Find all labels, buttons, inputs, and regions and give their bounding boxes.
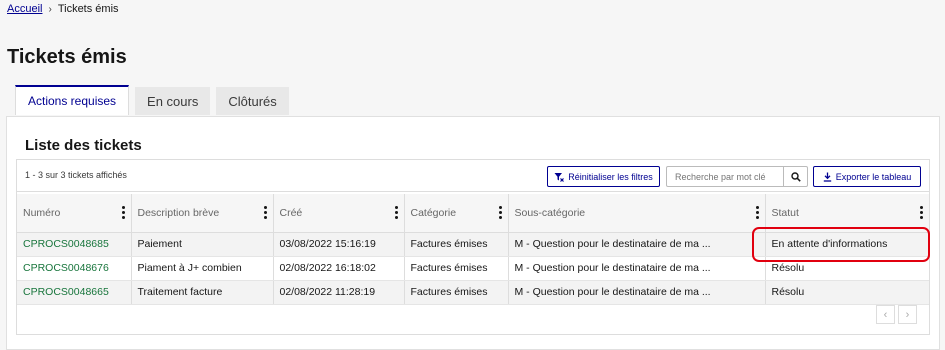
- column-menu-icon[interactable]: [498, 206, 502, 219]
- ticket-subcategory: M - Question pour le destinataire de ma …: [508, 256, 766, 281]
- search-icon: [790, 171, 801, 182]
- previous-page-button[interactable]: ‹: [876, 305, 895, 324]
- ticket-number-link[interactable]: CPROCS0048676: [17, 256, 132, 281]
- ticket-subcategory: M - Question pour le destinataire de ma …: [508, 232, 766, 257]
- search-input[interactable]: [667, 167, 783, 186]
- list-title: Liste des tickets: [25, 137, 142, 154]
- search-box: [666, 166, 808, 187]
- search-button[interactable]: [783, 167, 807, 186]
- page-title: Tickets émis: [7, 46, 127, 68]
- table-row[interactable]: CPROCS0048685 Paiement 03/08/2022 15:16:…: [17, 232, 929, 257]
- download-icon: [823, 172, 831, 182]
- ticket-subcategory: M - Question pour le destinataire de ma …: [508, 280, 766, 305]
- ticket-count: 1 - 3 sur 3 tickets affichés: [25, 170, 127, 180]
- ticket-category: Factures émises: [404, 256, 509, 281]
- breadcrumb-separator: ›: [48, 3, 52, 15]
- column-header-description[interactable]: Description brève: [131, 194, 274, 233]
- ticket-number-link[interactable]: CPROCS0048665: [17, 280, 132, 305]
- table-row[interactable]: CPROCS0048665 Traitement facture 02/08/2…: [17, 280, 929, 305]
- tab-actions-requises[interactable]: Actions requises: [15, 85, 130, 115]
- ticket-category: Factures émises: [404, 280, 509, 305]
- ticket-category: Factures émises: [404, 232, 509, 257]
- export-table-label: Exporter le tableau: [835, 171, 912, 182]
- tab-bar: Actions requises En cours Clôturés: [15, 85, 289, 115]
- table-toolbar: 1 - 3 sur 3 tickets affichés Réinitialis…: [17, 160, 929, 192]
- column-menu-icon[interactable]: [121, 206, 125, 219]
- reset-filters-button[interactable]: Réinitialiser les filtres: [547, 166, 660, 187]
- export-table-button[interactable]: Exporter le tableau: [813, 166, 921, 187]
- pagination: ‹ ›: [876, 305, 917, 324]
- table-header-row: Numéro Description brève Créé Catégorie …: [17, 194, 929, 233]
- ticket-status: Résolu: [765, 280, 929, 305]
- column-menu-icon[interactable]: [263, 206, 267, 219]
- ticket-created: 02/08/2022 16:18:02: [273, 256, 405, 281]
- tickets-table: Numéro Description brève Créé Catégorie …: [17, 194, 929, 305]
- ticket-created: 02/08/2022 11:28:19: [273, 280, 405, 305]
- tab-en-cours[interactable]: En cours: [135, 87, 211, 115]
- tickets-table-container: 1 - 3 sur 3 tickets affichés Réinitialis…: [16, 159, 930, 335]
- ticket-number-link[interactable]: CPROCS0048685: [17, 232, 132, 257]
- breadcrumb-current: Tickets émis: [57, 3, 119, 15]
- ticket-status: Résolu: [765, 256, 929, 281]
- column-header-categorie[interactable]: Catégorie: [404, 194, 509, 233]
- ticket-description: Piament à J+ combien: [131, 256, 274, 281]
- column-menu-icon[interactable]: [755, 206, 759, 219]
- column-header-numero[interactable]: Numéro: [17, 194, 132, 233]
- breadcrumb-home-link[interactable]: Accueil: [7, 3, 42, 15]
- column-menu-icon[interactable]: [920, 206, 923, 219]
- ticket-created: 03/08/2022 15:16:19: [273, 232, 405, 257]
- column-header-cree[interactable]: Créé: [273, 194, 405, 233]
- ticket-description: Traitement facture: [131, 280, 274, 305]
- table-row[interactable]: CPROCS0048676 Piament à J+ combien 02/08…: [17, 256, 929, 281]
- tickets-panel: Liste des tickets 1 - 3 sur 3 tickets af…: [6, 116, 940, 350]
- breadcrumb: Accueil › Tickets émis: [7, 3, 119, 15]
- column-header-statut[interactable]: Statut: [765, 194, 929, 233]
- ticket-description: Paiement: [131, 232, 274, 257]
- ticket-status: En attente d'informations: [765, 232, 929, 257]
- tab-clotures[interactable]: Clôturés: [216, 87, 289, 115]
- filter-reset-icon: [554, 172, 565, 182]
- reset-filters-label: Réinitialiser les filtres: [568, 171, 653, 182]
- column-header-sous-categorie[interactable]: Sous-catégorie: [508, 194, 766, 233]
- next-page-button[interactable]: ›: [898, 305, 917, 324]
- column-menu-icon[interactable]: [394, 206, 398, 219]
